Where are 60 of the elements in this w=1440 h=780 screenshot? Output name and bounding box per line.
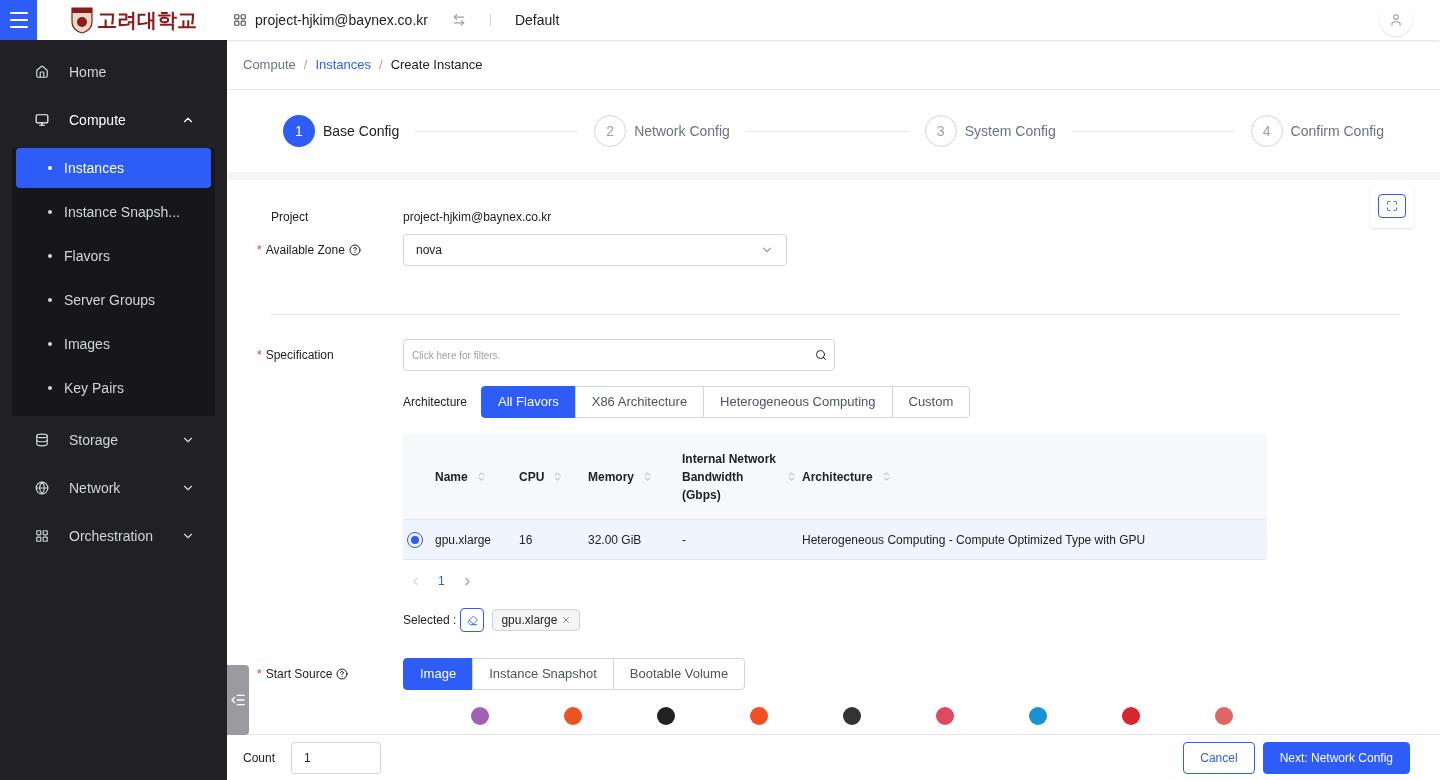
segment-tab[interactable]: Bootable Volume	[612, 658, 746, 690]
table-cell-text: 32.00 GiB	[588, 531, 643, 549]
step-label: Confirm Config	[1290, 121, 1384, 141]
count-field[interactable]: 1	[291, 741, 382, 774]
required-mark: *	[257, 347, 262, 364]
architecture-label: Architecture	[403, 394, 468, 411]
zone-select[interactable]: nova	[403, 234, 787, 266]
project-value: project-hjkim@baynex.co.kr	[403, 209, 552, 226]
selected-label: Selected :	[403, 612, 457, 629]
segment-tab[interactable]: Image	[403, 658, 474, 690]
logo-text: 고려대학교	[97, 8, 197, 33]
sidebar-item[interactable]: Compute	[0, 96, 227, 144]
column-header[interactable]: Memory	[588, 467, 634, 486]
count-label: Count	[243, 749, 276, 767]
field-label: Project	[270, 209, 310, 226]
next-button[interactable]: Next: Network Config	[1262, 741, 1410, 774]
segment-tab[interactable]: Custom	[891, 386, 971, 418]
table-cell-text: Heterogeneous Computing - Compute Optimized Type with GPU	[802, 531, 1147, 549]
segment-tab[interactable]: Heterogeneous Computing	[703, 386, 893, 418]
selected-tag: gpu.xlarge	[492, 609, 581, 631]
project-name[interactable]: project-hjkim@baynex.co.kr	[255, 9, 428, 31]
column-header[interactable]: Name	[435, 467, 468, 486]
sidebar-subitem[interactable]: Flavors	[16, 236, 211, 276]
sidebar-item[interactable]: Network	[0, 464, 227, 512]
breadcrumb-separator: /	[379, 55, 383, 74]
table-cell-text: gpu.xlarge	[435, 531, 493, 549]
step-label: System Config	[964, 121, 1056, 141]
sidebar-subitem[interactable]: Server Groups	[16, 280, 211, 320]
sidebar-item[interactable]: Storage	[0, 416, 227, 464]
required-mark: *	[257, 666, 262, 683]
filter-search-field[interactable]: Click here for filters.	[403, 339, 835, 371]
workspace-name[interactable]: Default	[514, 9, 560, 31]
step-label: Base Config	[323, 121, 400, 141]
cancel-button[interactable]: Cancel	[1183, 741, 1255, 774]
sidebar-subitem[interactable]: Key Pairs	[16, 368, 211, 408]
sidebar-subitem[interactable]: Images	[16, 324, 211, 364]
field-label: Available Zone	[265, 242, 345, 259]
sidebar-item[interactable]: Orchestration	[0, 512, 227, 560]
sidebar-item[interactable]: Home	[0, 48, 227, 96]
breadcrumb-item: Create Instance	[390, 55, 483, 74]
page-number[interactable]: 1	[438, 572, 445, 590]
breadcrumb-separator: /	[303, 55, 308, 74]
field-label: Start Source	[265, 666, 333, 683]
sidebar-subitem[interactable]: Instance Snapsh...	[16, 192, 211, 232]
table-row[interactable]: gpu.xlarge 16 32.00 GiB - Heterogeneous Computing - Compute Optimized Type with GPU	[403, 520, 1267, 559]
table-cell-text: 16	[519, 531, 534, 549]
column-header[interactable]: Architecture	[802, 467, 873, 486]
required-mark: *	[257, 242, 262, 259]
segment-tab[interactable]: X86 Architecture	[574, 386, 705, 418]
column-header[interactable]: Internal Network Bandwidth (Gbps)	[682, 449, 778, 504]
step-label: Network Config	[634, 121, 730, 141]
step-number: 1	[283, 115, 315, 147]
breadcrumb-item[interactable]: Instances	[315, 54, 372, 75]
field-label: Specification	[265, 347, 334, 364]
sidebar-subitem[interactable]: Instances	[16, 148, 211, 188]
breadcrumb-item: Compute	[243, 55, 296, 74]
segment-tab[interactable]: Instance Snapshot	[472, 658, 614, 690]
column-header[interactable]: CPU	[519, 467, 545, 486]
table-cell-text: -	[682, 531, 687, 549]
segment-tab[interactable]: All Flavors	[481, 386, 576, 418]
